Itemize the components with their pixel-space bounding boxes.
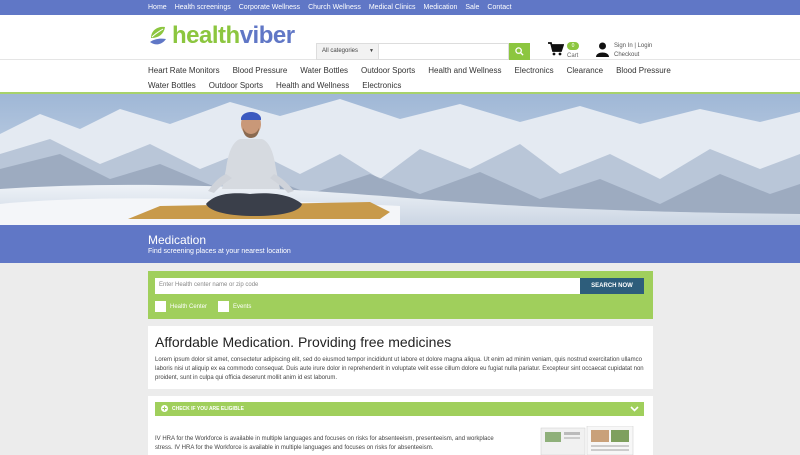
search-now-button[interactable]: SEARCH NOW	[580, 278, 644, 294]
topnav-item[interactable]: Sale	[465, 4, 479, 11]
mainnav-item[interactable]: Health and Wellness	[428, 66, 501, 75]
checkout-link[interactable]: Checkout	[614, 51, 652, 60]
section-heading: Affordable Medication. Providing free me…	[155, 334, 452, 350]
chevron-down-icon	[630, 406, 639, 412]
category-select[interactable]: All categories ▼	[316, 43, 379, 60]
mainnav-item[interactable]: Electronics	[515, 66, 554, 75]
cart[interactable]: 0 Cart	[548, 42, 579, 59]
main-navigation: Heart Rate Monitors Blood Pressure Water B…	[0, 59, 800, 92]
mainnav-item[interactable]: Blood Pressure	[233, 66, 288, 75]
topnav-item[interactable]: Home	[148, 4, 167, 11]
search-input[interactable]	[379, 43, 509, 60]
page-title: Medication	[148, 233, 207, 247]
search-button[interactable]	[509, 43, 530, 60]
location-search-input[interactable]: Enter Health center name or zip code	[155, 278, 580, 294]
topnav-item[interactable]: Medication	[424, 4, 458, 11]
eligibility-card: CHECK IF YOU ARE ELIGIBLE IV HRA for the…	[148, 396, 653, 455]
site-header: healthviber All categories ▼ 0 Cart Sign …	[0, 15, 800, 60]
hero-banner-image	[0, 92, 800, 225]
health-center-checkbox[interactable]: Health Center	[155, 301, 207, 312]
search-icon	[515, 47, 524, 56]
header-search: All categories ▼	[316, 43, 530, 60]
logo-wordmark: healthviber	[172, 22, 295, 49]
mainnav-item[interactable]: Outdoor Sports	[209, 81, 263, 90]
mainnav-item[interactable]: Water Bottles	[148, 81, 196, 90]
location-finder: Enter Health center name or zip code SEA…	[148, 271, 653, 319]
mainnav-item[interactable]: Health and Wellness	[276, 81, 349, 90]
cart-count-badge: 0	[567, 42, 579, 50]
top-utility-nav: Home Health screenings Corporate Wellness C…	[0, 0, 800, 15]
user-icon	[596, 42, 609, 57]
brochure-image	[540, 426, 634, 455]
mainnav-item[interactable]: Clearance	[567, 66, 603, 75]
account-area: Sign In | Login Checkout	[596, 42, 652, 60]
topnav-item[interactable]: Health screenings	[175, 4, 231, 11]
medication-intro-card: Affordable Medication. Providing free me…	[148, 326, 653, 389]
plus-icon	[161, 405, 168, 412]
mainnav-item[interactable]: Heart Rate Monitors	[148, 66, 220, 75]
cart-icon	[548, 42, 564, 56]
meditation-mountain-photo	[0, 94, 800, 225]
mainnav-item[interactable]: Blood Pressure	[616, 66, 671, 75]
mainnav-item[interactable]: Water Bottles	[300, 66, 348, 75]
topnav-item[interactable]: Church Wellness	[308, 4, 361, 11]
section-body: Lorem ipsum dolor sit amet, consectetur …	[155, 357, 644, 381]
eligibility-accordion-header[interactable]: CHECK IF YOU ARE ELIGIBLE	[155, 402, 644, 416]
eligibility-body: IV HRA for the Workforce is available in…	[155, 436, 494, 451]
cart-label: Cart	[567, 53, 579, 59]
logo[interactable]: healthviber	[148, 24, 295, 48]
topnav-item[interactable]: Medical Clinics	[369, 4, 416, 11]
page-subtitle: Find screening places at your nearest lo…	[148, 248, 291, 255]
mainnav-item[interactable]: Outdoor Sports	[361, 66, 415, 75]
logo-leaf-icon	[150, 26, 166, 45]
topnav-item[interactable]: Contact	[487, 4, 511, 11]
signin-link[interactable]: Sign In | Login	[614, 42, 652, 51]
events-checkbox[interactable]: Events	[218, 301, 251, 312]
mainnav-item[interactable]: Electronics	[362, 81, 401, 90]
topnav-item[interactable]: Corporate Wellness	[239, 4, 300, 11]
page-title-band: Medication Find screening places at your…	[0, 225, 800, 263]
caret-down-icon: ▼	[369, 48, 374, 54]
